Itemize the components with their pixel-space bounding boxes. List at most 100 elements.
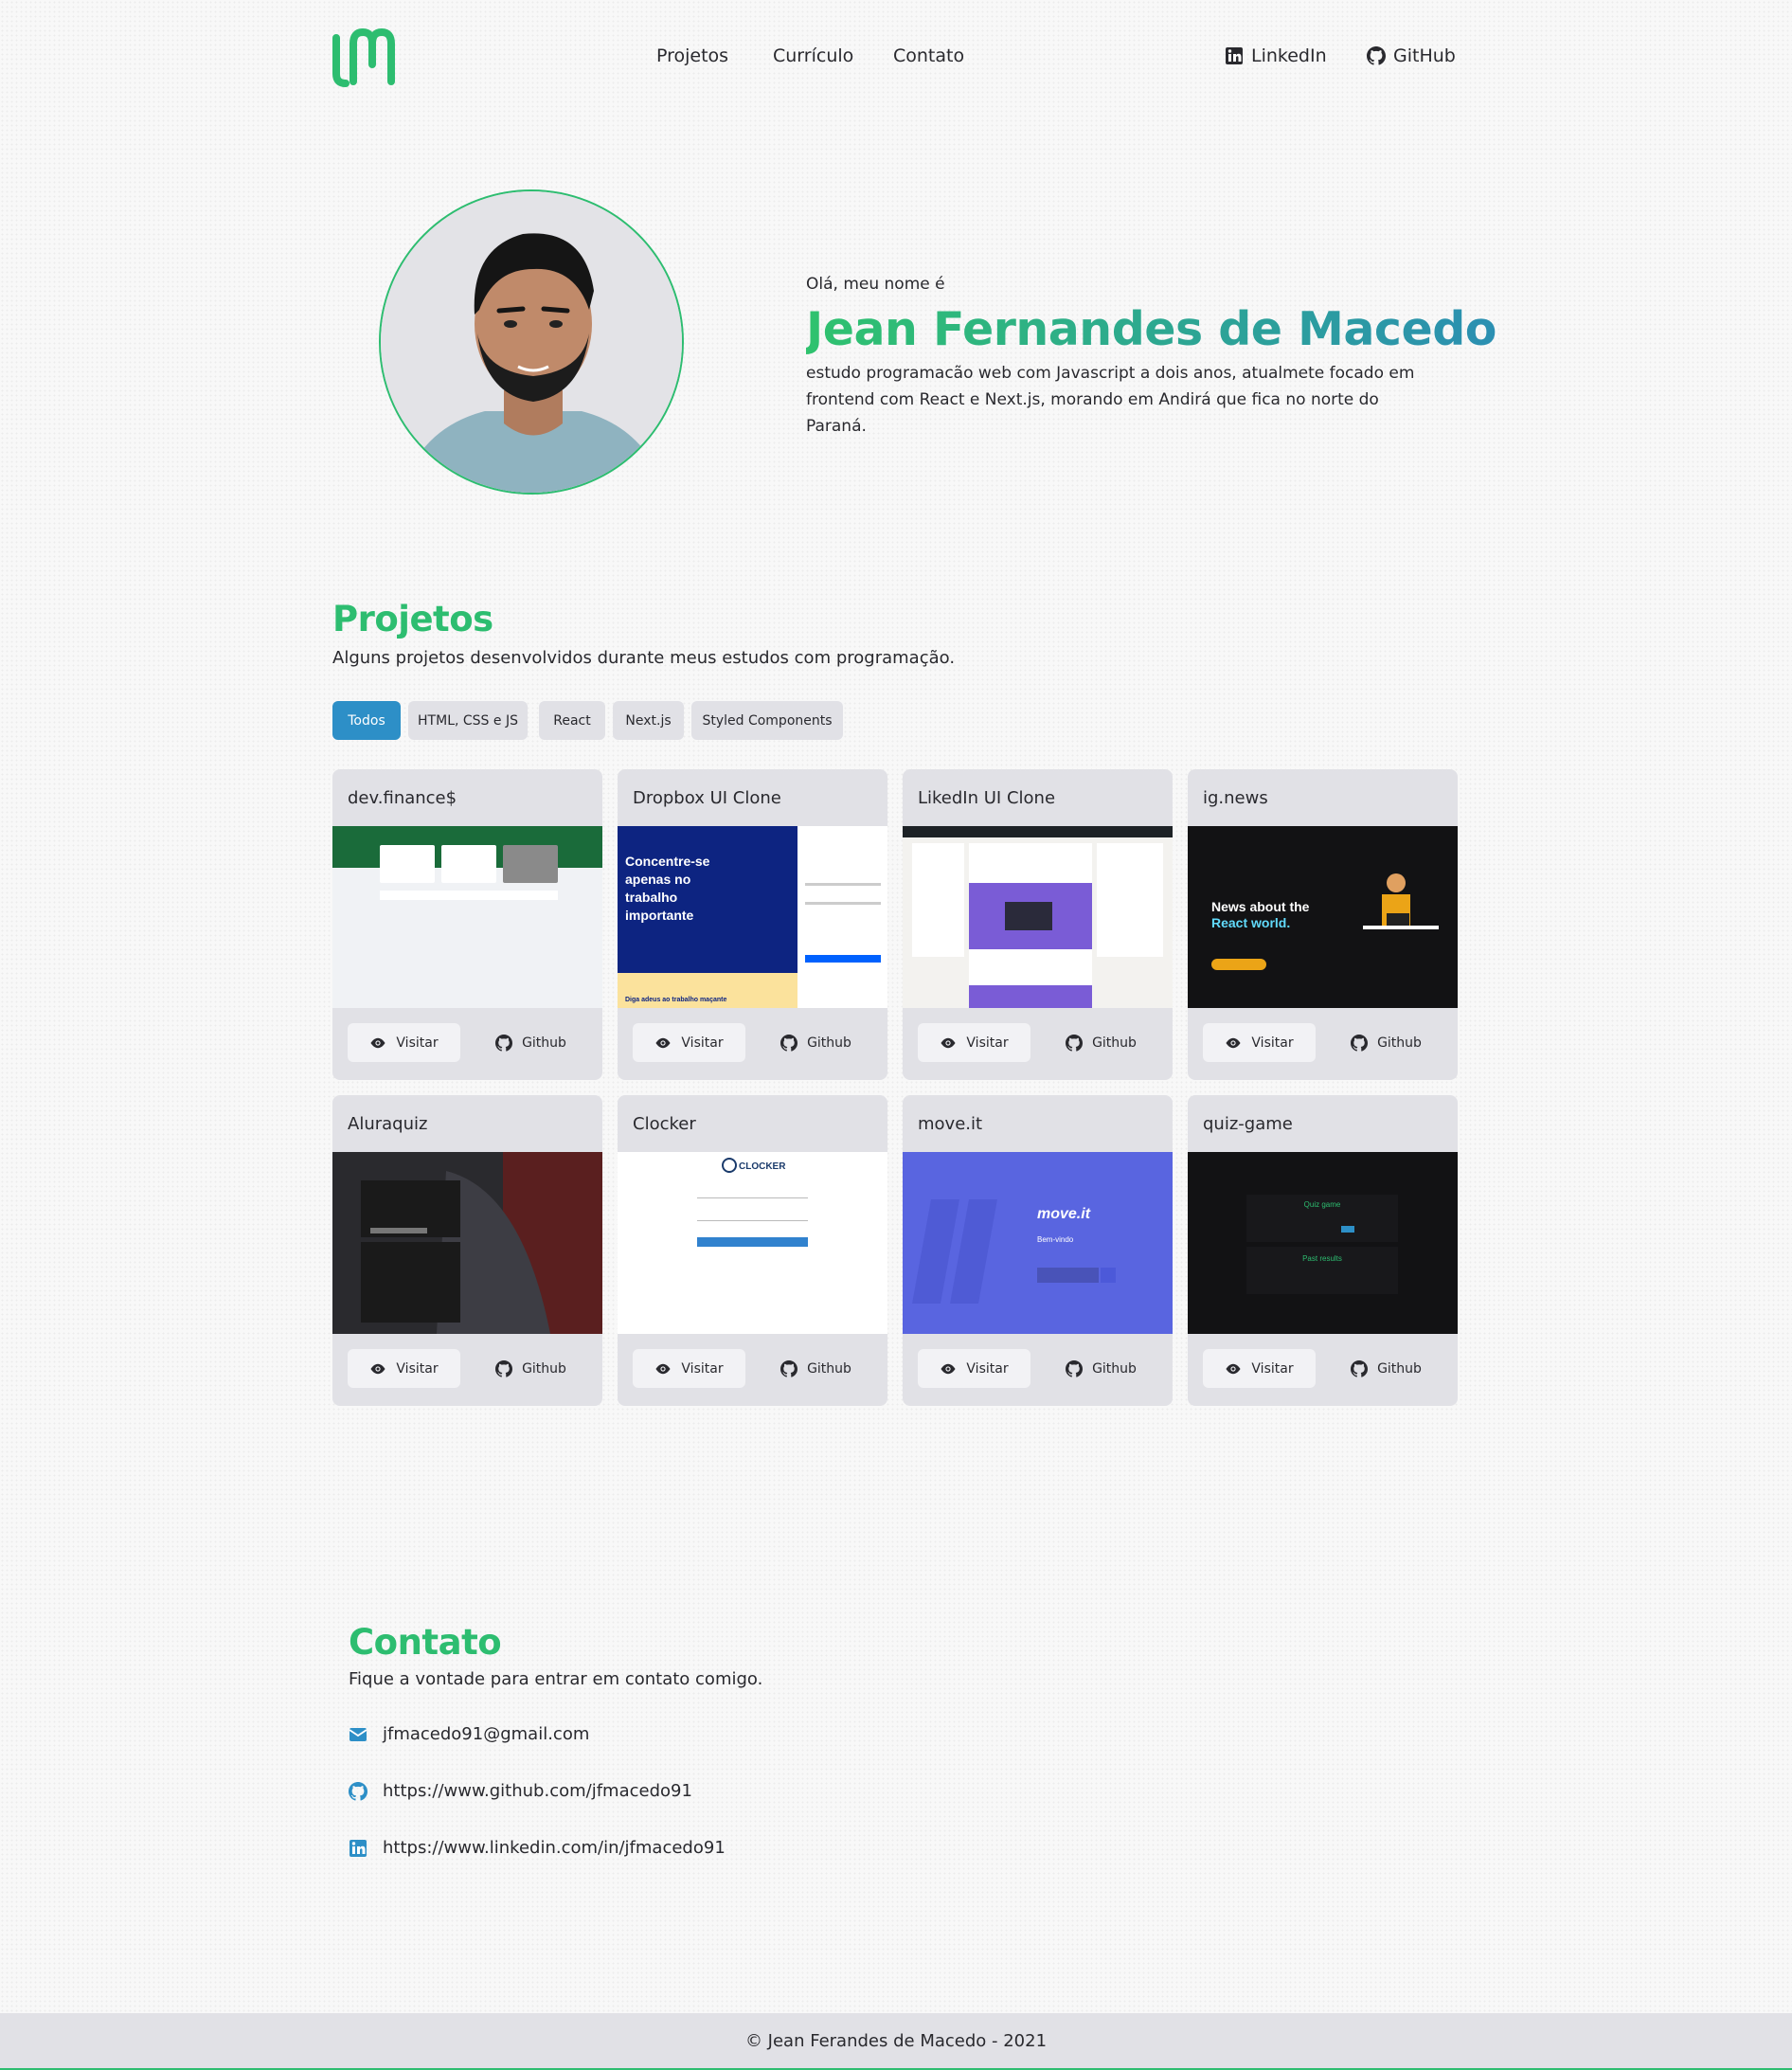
- thumb-text: Past results: [1302, 1254, 1342, 1263]
- filter-react[interactable]: React: [539, 701, 605, 740]
- github-button[interactable]: Github: [1045, 1349, 1157, 1388]
- visit-button[interactable]: Visitar: [918, 1349, 1030, 1388]
- github-button[interactable]: Github: [760, 1023, 872, 1062]
- project-thumbnail: [332, 1152, 602, 1334]
- github-icon: [1351, 1359, 1369, 1377]
- hero-name: Jean Fernandes de Macedo: [806, 302, 1496, 356]
- visit-label: Visitar: [396, 1360, 439, 1377]
- project-title: LikedIn UI Clone: [918, 788, 1056, 808]
- project-title: Clocker: [633, 1114, 696, 1134]
- contact-github[interactable]: https://www.github.com/jfmacedo91: [349, 1781, 692, 1801]
- github-label: GitHub: [1393, 45, 1456, 66]
- hero-bio: estudo programacão web com Javascript a …: [806, 364, 1415, 436]
- github-button[interactable]: Github: [1330, 1349, 1443, 1388]
- github-icon: [1351, 1034, 1369, 1052]
- project-thumbnail: [903, 826, 1173, 1008]
- visit-label: Visitar: [681, 1035, 724, 1051]
- visit-button[interactable]: Visitar: [918, 1023, 1030, 1062]
- eye-icon: [370, 1363, 385, 1374]
- thumb-text: Quiz game: [1304, 1200, 1341, 1209]
- project-thumbnail: CLOCKER: [618, 1152, 887, 1334]
- project-title: ig.news: [1203, 788, 1268, 808]
- github-icon: [495, 1034, 513, 1052]
- github-button[interactable]: Github: [475, 1023, 587, 1062]
- filter-nextjs[interactable]: Next.js: [613, 701, 684, 740]
- visit-label: Visitar: [966, 1035, 1009, 1051]
- github-label: Github: [1377, 1360, 1422, 1377]
- profile-photo: [379, 189, 684, 495]
- github-button[interactable]: Github: [475, 1349, 587, 1388]
- project-card: ig.news News about the React world. Visi…: [1188, 769, 1458, 1080]
- contact-github-text: https://www.github.com/jfmacedo91: [383, 1781, 692, 1801]
- project-title: quiz-game: [1203, 1114, 1293, 1134]
- thumb-text: apenas no: [625, 872, 690, 887]
- project-title: dev.finance$: [348, 788, 457, 808]
- project-thumbnail: News about the React world.: [1188, 826, 1458, 1008]
- linkedin-icon: [349, 1839, 367, 1857]
- github-icon: [349, 1781, 367, 1801]
- thumb-text: importante: [625, 908, 694, 923]
- project-card: quiz-game Quiz game Past results Visitar…: [1188, 1095, 1458, 1406]
- thumb-text: News about the: [1211, 899, 1310, 914]
- project-card: LikedIn UI Clone Visitar Github: [903, 769, 1173, 1080]
- logo-jm[interactable]: [332, 27, 399, 87]
- visit-label: Visitar: [966, 1360, 1009, 1377]
- github-icon: [1367, 46, 1386, 65]
- github-icon: [780, 1034, 798, 1052]
- project-thumbnail: Quiz game Past results: [1188, 1152, 1458, 1334]
- github-label: Github: [522, 1360, 566, 1377]
- visit-button[interactable]: Visitar: [633, 1023, 745, 1062]
- eye-icon: [1226, 1037, 1241, 1048]
- visit-button[interactable]: Visitar: [348, 1349, 460, 1388]
- github-link[interactable]: GitHub: [1367, 45, 1456, 66]
- eye-icon: [941, 1363, 956, 1374]
- hero-greeting: Olá, meu nome é: [806, 275, 945, 294]
- visit-button[interactable]: Visitar: [348, 1023, 460, 1062]
- github-button[interactable]: Github: [760, 1349, 872, 1388]
- project-title: Aluraquiz: [348, 1114, 428, 1134]
- github-label: Github: [1377, 1035, 1422, 1051]
- github-label: Github: [807, 1035, 851, 1051]
- project-card: move.it move.it Bem-vindo Visitar Github: [903, 1095, 1173, 1406]
- contact-email[interactable]: jfmacedo91@gmail.com: [349, 1724, 589, 1744]
- visit-label: Visitar: [681, 1360, 724, 1377]
- contact-subtitle: Fique a vontade para entrar em contato c…: [349, 1669, 763, 1689]
- filter-todos[interactable]: Todos: [332, 701, 401, 740]
- thumb-text: Concentre-se: [625, 854, 710, 869]
- project-card: Aluraquiz Visitar Github: [332, 1095, 602, 1406]
- visit-label: Visitar: [396, 1035, 439, 1051]
- contact-linkedin-text: https://www.linkedin.com/in/jfmacedo91: [383, 1838, 726, 1858]
- github-icon: [495, 1359, 513, 1377]
- filter-html-css-js[interactable]: HTML, CSS e JS: [408, 701, 528, 740]
- github-icon: [1066, 1359, 1084, 1377]
- github-button[interactable]: Github: [1330, 1023, 1443, 1062]
- footer-copyright: © Jean Ferandes de Macedo - 2021: [744, 2030, 1048, 2051]
- eye-icon: [941, 1037, 956, 1048]
- eye-icon: [655, 1363, 671, 1374]
- visit-label: Visitar: [1251, 1360, 1294, 1377]
- github-label: Github: [1092, 1035, 1137, 1051]
- projects-subtitle: Alguns projetos desenvolvidos durante me…: [332, 648, 956, 668]
- thumb-text: React world.: [1211, 915, 1290, 930]
- filter-styled-components[interactable]: Styled Components: [691, 701, 843, 740]
- github-button[interactable]: Github: [1045, 1023, 1157, 1062]
- project-thumbnail: move.it Bem-vindo: [903, 1152, 1173, 1334]
- project-thumbnail: [332, 826, 602, 1008]
- github-label: Github: [1092, 1360, 1137, 1377]
- linkedin-link[interactable]: LinkedIn: [1225, 45, 1327, 66]
- thumb-text: Bem-vindo: [1037, 1235, 1074, 1244]
- github-icon: [780, 1359, 798, 1377]
- linkedin-icon: [1226, 47, 1243, 64]
- visit-button[interactable]: Visitar: [633, 1349, 745, 1388]
- envelope-icon: [349, 1727, 367, 1741]
- visit-button[interactable]: Visitar: [1203, 1349, 1316, 1388]
- project-card: Dropbox UI Clone Concentre-se apenas no …: [618, 769, 887, 1080]
- contact-linkedin[interactable]: https://www.linkedin.com/in/jfmacedo91: [349, 1838, 726, 1858]
- nav-contato[interactable]: Contato: [893, 45, 964, 66]
- visit-button[interactable]: Visitar: [1203, 1023, 1316, 1062]
- eye-icon: [655, 1037, 671, 1048]
- nav-curriculo[interactable]: Currículo: [773, 45, 853, 66]
- project-title: Dropbox UI Clone: [633, 788, 781, 808]
- eye-icon: [370, 1037, 385, 1048]
- nav-projetos[interactable]: Projetos: [656, 45, 728, 66]
